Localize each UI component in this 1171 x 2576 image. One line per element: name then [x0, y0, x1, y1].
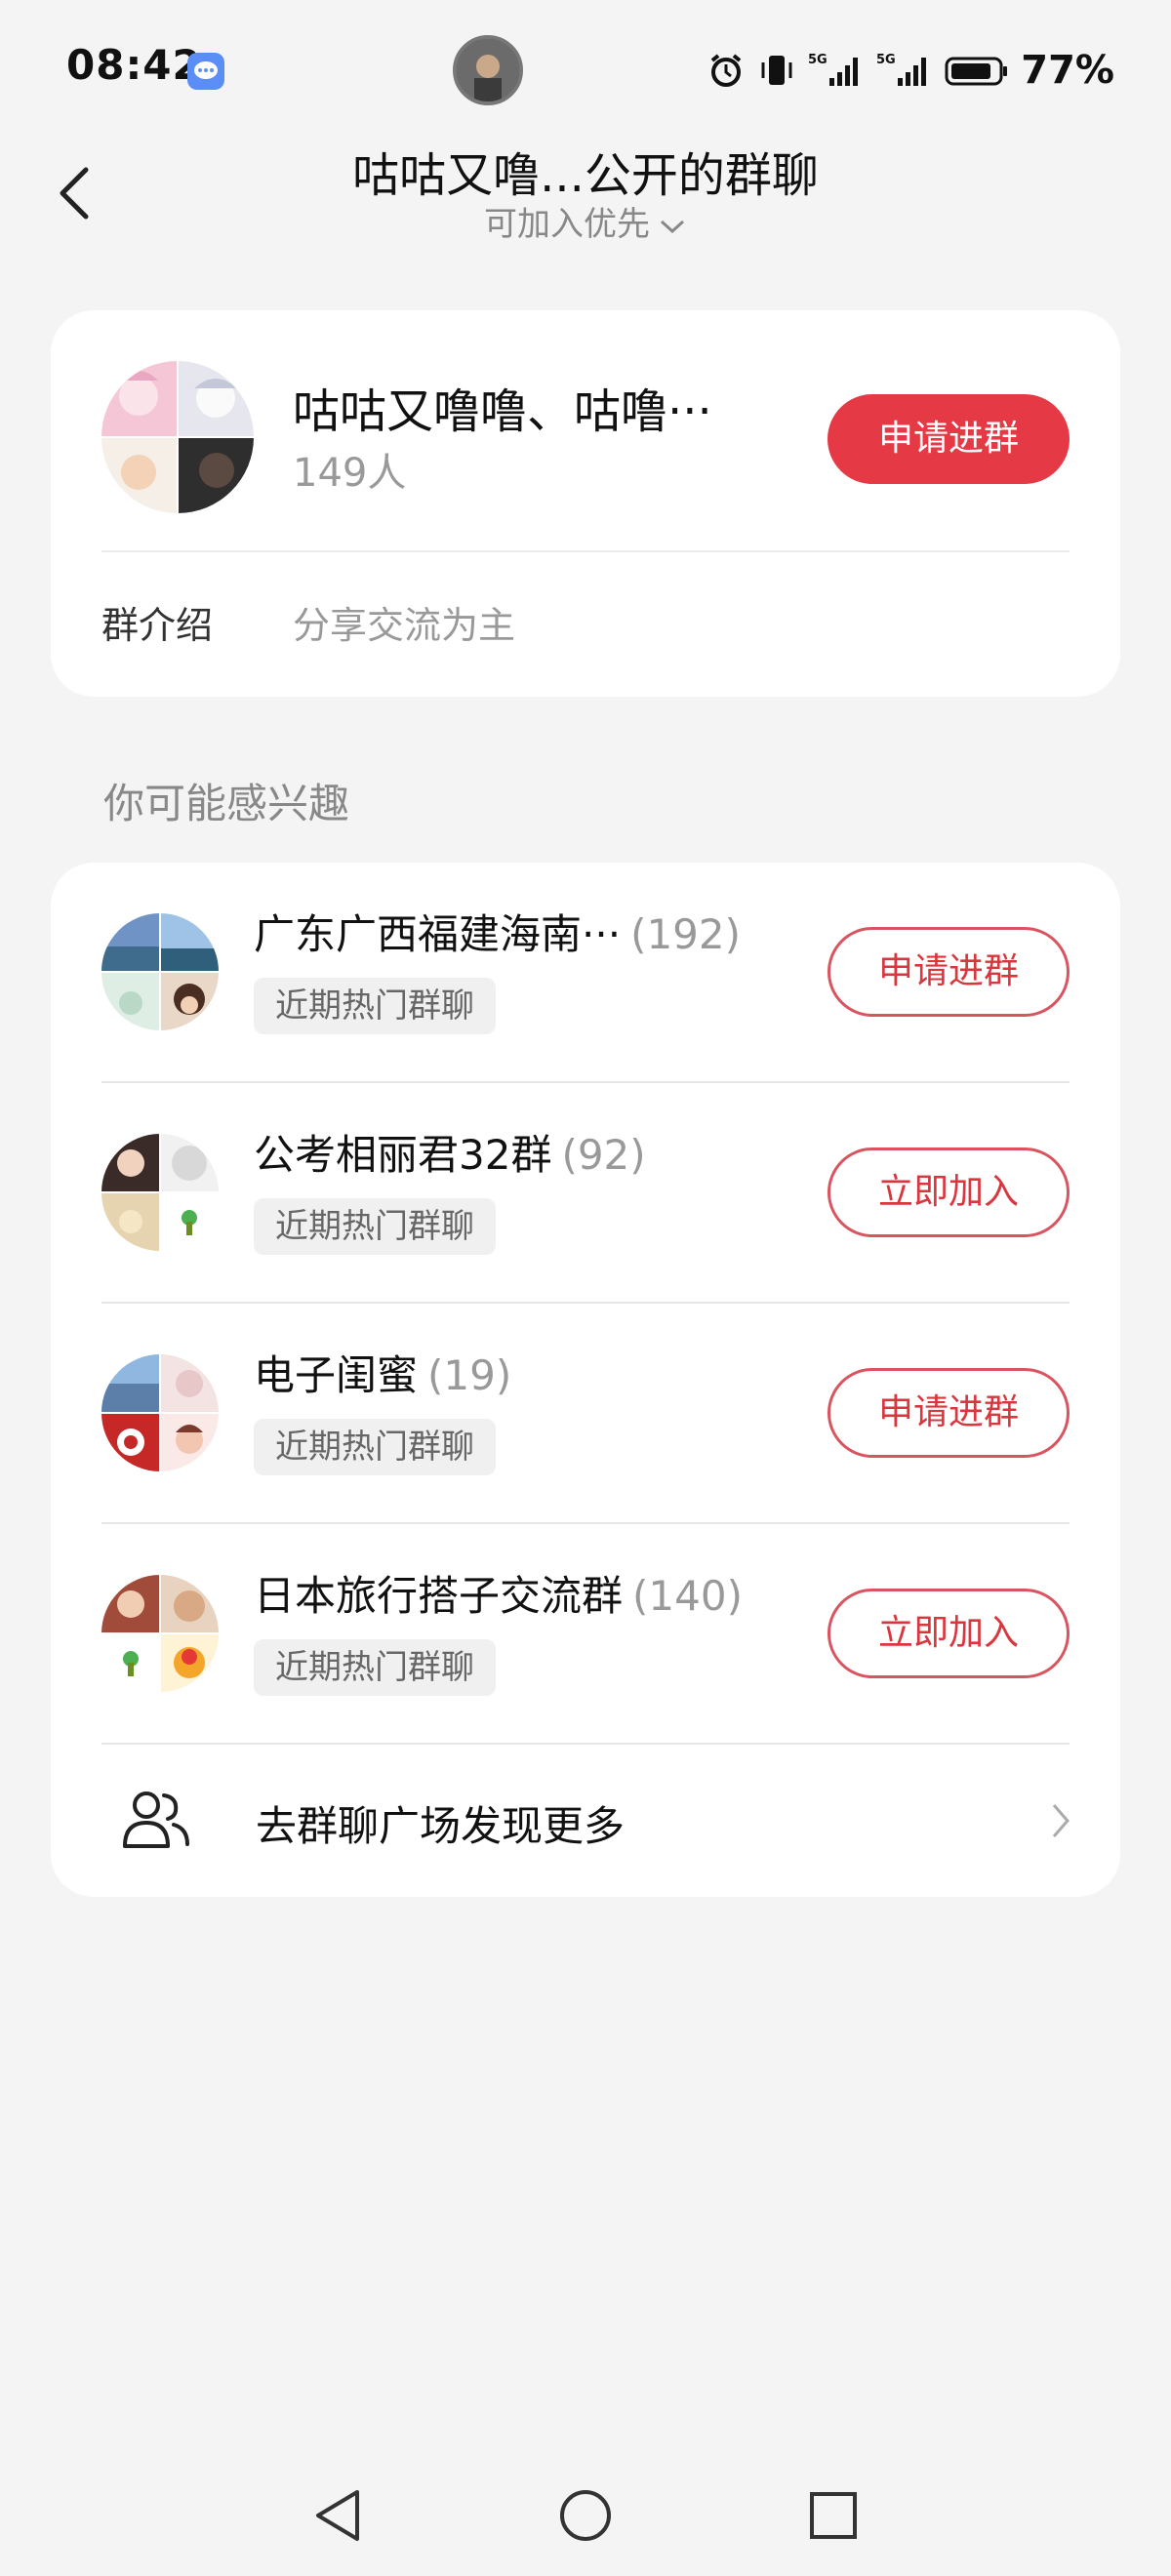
floating-avatar[interactable] [453, 35, 523, 105]
group-avatar [101, 1354, 219, 1471]
nav-home-icon[interactable] [558, 2486, 613, 2545]
list-item[interactable]: 公考相丽君32群 (92) 近期热门群聊 立即加入 [51, 1083, 1120, 1304]
member-count: 149人 [293, 451, 407, 496]
join-now-button[interactable]: 立即加入 [828, 1589, 1070, 1678]
divider [101, 550, 1070, 552]
hot-tag: 近期热门群聊 [254, 1198, 496, 1255]
message-app-icon [187, 53, 224, 90]
battery-percentage: 77% [1021, 48, 1114, 93]
svg-text:5G: 5G [876, 53, 896, 67]
chevron-right-icon [1052, 1804, 1070, 1837]
system-nav-bar [0, 2459, 1171, 2576]
hot-tag: 近期热门群聊 [254, 1639, 496, 1696]
group-name: 公考相丽君32群 (92) [254, 1131, 646, 1179]
hot-tag: 近期热门群聊 [254, 978, 496, 1034]
group-avatar [101, 913, 219, 1030]
group-name: 咕咕又噜噜、咕噜··· [293, 384, 712, 439]
vibrate-icon [761, 56, 792, 85]
intro-label: 群介绍 [101, 604, 214, 647]
filter-label: 可加入优先 [484, 205, 650, 244]
nav-back-icon[interactable] [310, 2486, 365, 2545]
nav-recents-icon[interactable] [806, 2486, 861, 2545]
section-title: 你可能感兴趣 [103, 780, 350, 827]
list-item[interactable]: 广东广西福建海南··· (192) 近期热门群聊 申请进群 [51, 863, 1120, 1083]
list-item[interactable]: 日本旅行搭子交流群 (140) 近期热门群聊 立即加入 [51, 1524, 1120, 1745]
group-avatar [101, 361, 254, 513]
apply-join-button[interactable]: 申请进群 [828, 1368, 1070, 1458]
5g-signal-icon: 5G [808, 53, 859, 86]
apply-join-button[interactable]: 申请进群 [828, 394, 1070, 484]
apply-join-button[interactable]: 申请进群 [828, 927, 1070, 1017]
header: 咕咕又噜...公开的群聊 可加入优先 [0, 137, 1171, 254]
discover-more-row[interactable]: 去群聊广场发现更多 [51, 1745, 1120, 1897]
recommendation-list: 广东广西福建海南··· (192) 近期热门群聊 申请进群 公考相丽君32群 (92… [51, 863, 1120, 1897]
battery-icon [945, 57, 1008, 86]
list-item[interactable]: 电子闺蜜 (19) 近期热门群聊 申请进群 [51, 1304, 1120, 1524]
intro-value: 分享交流为主 [293, 604, 516, 647]
5g-signal-icon: 5G [876, 53, 927, 86]
alarm-icon [710, 54, 742, 87]
status-icons: 5G 5G 77% [707, 45, 1114, 96]
status-bar: 08:42 5G 5G 77% [0, 0, 1171, 137]
group-name: 日本旅行搭子交流群 (140) [254, 1572, 743, 1620]
group-name: 电子闺蜜 (19) [254, 1351, 512, 1399]
join-now-button[interactable]: 立即加入 [828, 1147, 1070, 1237]
status-time: 08:42 [66, 41, 202, 89]
group-info-card: 咕咕又噜噜、咕噜··· 149人 申请进群 群介绍 分享交流为主 [51, 310, 1120, 697]
page-title: 咕咕又噜...公开的群聊 [352, 148, 819, 203]
group-name: 广东广西福建海南··· (192) [254, 910, 741, 958]
filter-dropdown[interactable]: 可加入优先 [0, 197, 1171, 245]
hot-tag: 近期热门群聊 [254, 1419, 496, 1475]
group-avatar [101, 1134, 219, 1251]
group-users-icon [123, 1791, 189, 1848]
svg-text:5G: 5G [808, 53, 828, 67]
chevron-down-icon [660, 220, 685, 233]
group-avatar [101, 1575, 219, 1692]
discover-more-label: 去群聊广场发现更多 [256, 1802, 626, 1850]
